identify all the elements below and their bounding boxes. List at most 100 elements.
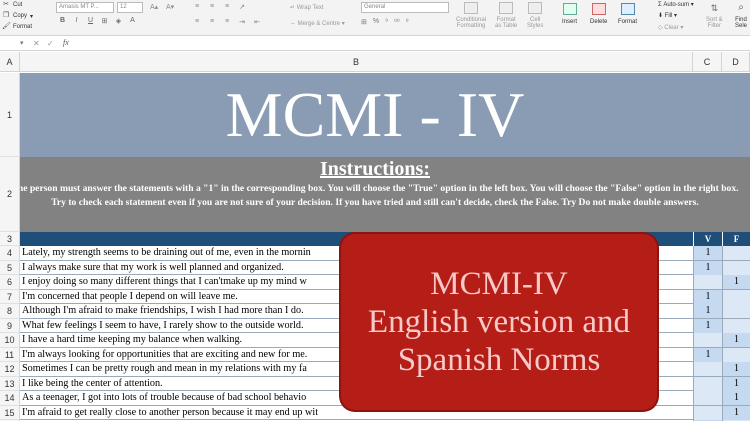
insert-button[interactable]: Insert: [562, 3, 577, 25]
increase-font-icon[interactable]: A▴: [150, 3, 158, 11]
true-answer-cell[interactable]: 1: [693, 304, 722, 318]
sort-filter-button[interactable]: ⇅ Sort & Filter: [706, 2, 723, 29]
wrap-text-button[interactable]: ↵ Wrap Text: [290, 4, 324, 11]
insert-function-icon[interactable]: fx: [63, 38, 69, 47]
align-bottom-icon[interactable]: ≡: [222, 3, 232, 14]
false-answer-cell[interactable]: [722, 347, 750, 362]
instructions-body: The person must answer the statements wi…: [11, 183, 739, 208]
column-header-B[interactable]: B: [20, 52, 693, 72]
align-top-icon[interactable]: ≡: [192, 3, 202, 14]
true-answer-cell[interactable]: 1: [693, 318, 722, 333]
banner-line-3: Spanish Norms: [397, 342, 601, 378]
false-answer-cell[interactable]: [722, 246, 750, 260]
fill-button[interactable]: ⬇ Fill ▾: [658, 12, 677, 19]
column-header-A[interactable]: A: [0, 52, 20, 72]
format-as-table-button[interactable]: Format as Table: [495, 2, 517, 29]
true-column-header: V: [693, 232, 722, 246]
row-header[interactable]: 7: [0, 289, 20, 304]
underline-icon[interactable]: U: [86, 17, 95, 28]
true-answer-cell[interactable]: [693, 376, 722, 391]
delete-button[interactable]: Delete: [590, 3, 607, 25]
cut-button[interactable]: ✂ Cut: [2, 0, 22, 10]
align-center-icon[interactable]: ≡: [207, 18, 217, 29]
column-header-C[interactable]: C: [693, 52, 722, 72]
false-answer-cell[interactable]: 1: [722, 376, 750, 391]
italic-icon[interactable]: I: [72, 17, 81, 28]
true-answer-cell[interactable]: 1: [693, 289, 722, 304]
indent-icon[interactable]: ⇥: [237, 18, 247, 29]
sheet-title: MCMI - IV: [225, 79, 525, 150]
false-answer-cell[interactable]: [722, 304, 750, 318]
cell-styles-button[interactable]: Cell Styles: [527, 2, 543, 29]
number-format-row: ⊞ % ⁹ ⁰⁰ ⁰: [361, 18, 409, 26]
true-answer-cell[interactable]: 1: [693, 246, 722, 260]
row-header[interactable]: 15: [0, 405, 20, 420]
align-right-icon[interactable]: ≡: [222, 18, 232, 29]
name-box-dropdown-icon[interactable]: ▾: [20, 39, 24, 47]
row-header[interactable]: 8: [0, 304, 20, 319]
row-header[interactable]: 10: [0, 333, 20, 348]
false-answer-cell[interactable]: [722, 260, 750, 275]
comma-icon[interactable]: ⁹: [385, 18, 388, 26]
find-select-button[interactable]: ⌕ Find Sele: [734, 2, 748, 29]
copy-button[interactable]: ❐ Copy ▾: [2, 11, 33, 21]
increase-decimal-icon[interactable]: ⁰⁰: [394, 18, 400, 26]
merge-centre-button[interactable]: ⇔ Merge & Centre ▾: [290, 20, 345, 27]
false-answer-cell[interactable]: 1: [722, 333, 750, 347]
align-left-icon[interactable]: ≡: [192, 18, 202, 29]
find-select-label-2: Sele: [734, 23, 747, 29]
clear-label: Clear: [664, 25, 679, 31]
bold-icon[interactable]: B: [58, 17, 67, 28]
confirm-entry-icon[interactable]: ✓: [47, 39, 54, 48]
true-answer-cell[interactable]: [693, 405, 722, 420]
cancel-entry-icon[interactable]: ✕: [33, 39, 40, 48]
row-header[interactable]: 6: [0, 275, 20, 290]
false-answer-cell[interactable]: [722, 318, 750, 333]
false-answer-cell[interactable]: 1: [722, 405, 750, 420]
format-painter-button[interactable]: 🖌 Format: [2, 22, 32, 32]
conditional-formatting-button[interactable]: Conditional Formatting: [456, 2, 486, 29]
row-header[interactable]: 3: [0, 232, 20, 246]
true-answer-cell[interactable]: [693, 275, 722, 289]
true-answer-cell[interactable]: 1: [693, 260, 722, 275]
font-color-icon[interactable]: A: [128, 17, 137, 28]
row-header[interactable]: 11: [0, 347, 20, 362]
false-answer-cell[interactable]: 1: [722, 362, 750, 376]
banner-line-1: MCMI-IV: [430, 266, 568, 302]
fill-color-icon[interactable]: ◈: [114, 17, 123, 28]
clear-button[interactable]: ◇ Clear ▾: [658, 24, 683, 31]
align-row-top: ≡ ≡ ≡ ↗: [192, 3, 247, 14]
border-icon[interactable]: ⊞: [100, 17, 109, 28]
row-header[interactable]: 14: [0, 391, 20, 406]
false-answer-cell[interactable]: 1: [722, 275, 750, 289]
row-header[interactable]: 1: [0, 73, 20, 157]
true-answer-cell[interactable]: [693, 362, 722, 376]
decrease-font-icon[interactable]: A▾: [166, 3, 174, 11]
currency-icon[interactable]: ⊞: [361, 18, 367, 26]
row-header[interactable]: 9: [0, 318, 20, 333]
autosum-button[interactable]: Σ Auto-sum ▾: [658, 1, 694, 8]
column-header-D[interactable]: D: [722, 52, 750, 72]
true-answer-cell[interactable]: [693, 391, 722, 405]
font-name-select[interactable]: Amasis MT P...: [56, 2, 114, 13]
outdent-icon[interactable]: ⇤: [252, 18, 262, 29]
true-answer-cell[interactable]: 1: [693, 347, 722, 362]
decrease-decimal-icon[interactable]: ⁰: [406, 18, 409, 26]
format-painter-label: Format: [13, 24, 33, 30]
merge-centre-label: Merge & Centre: [297, 21, 341, 27]
number-format-select[interactable]: General: [361, 2, 449, 13]
font-size-select[interactable]: 12: [117, 2, 143, 13]
row-header[interactable]: 13: [0, 376, 20, 391]
format-button[interactable]: Format: [618, 3, 637, 25]
promo-banner: MCMI-IV English version and Spanish Norm…: [341, 234, 657, 410]
false-answer-cell[interactable]: [722, 289, 750, 304]
true-answer-cell[interactable]: [693, 333, 722, 347]
row-header[interactable]: 12: [0, 362, 20, 377]
row-header[interactable]: 5: [0, 260, 20, 275]
false-answer-cell[interactable]: 1: [722, 391, 750, 405]
percent-icon[interactable]: %: [373, 18, 379, 26]
row-header[interactable]: 4: [0, 246, 20, 261]
orientation-icon[interactable]: ↗: [237, 3, 247, 14]
align-middle-icon[interactable]: ≡: [207, 3, 217, 14]
row-header[interactable]: 2: [0, 157, 20, 232]
